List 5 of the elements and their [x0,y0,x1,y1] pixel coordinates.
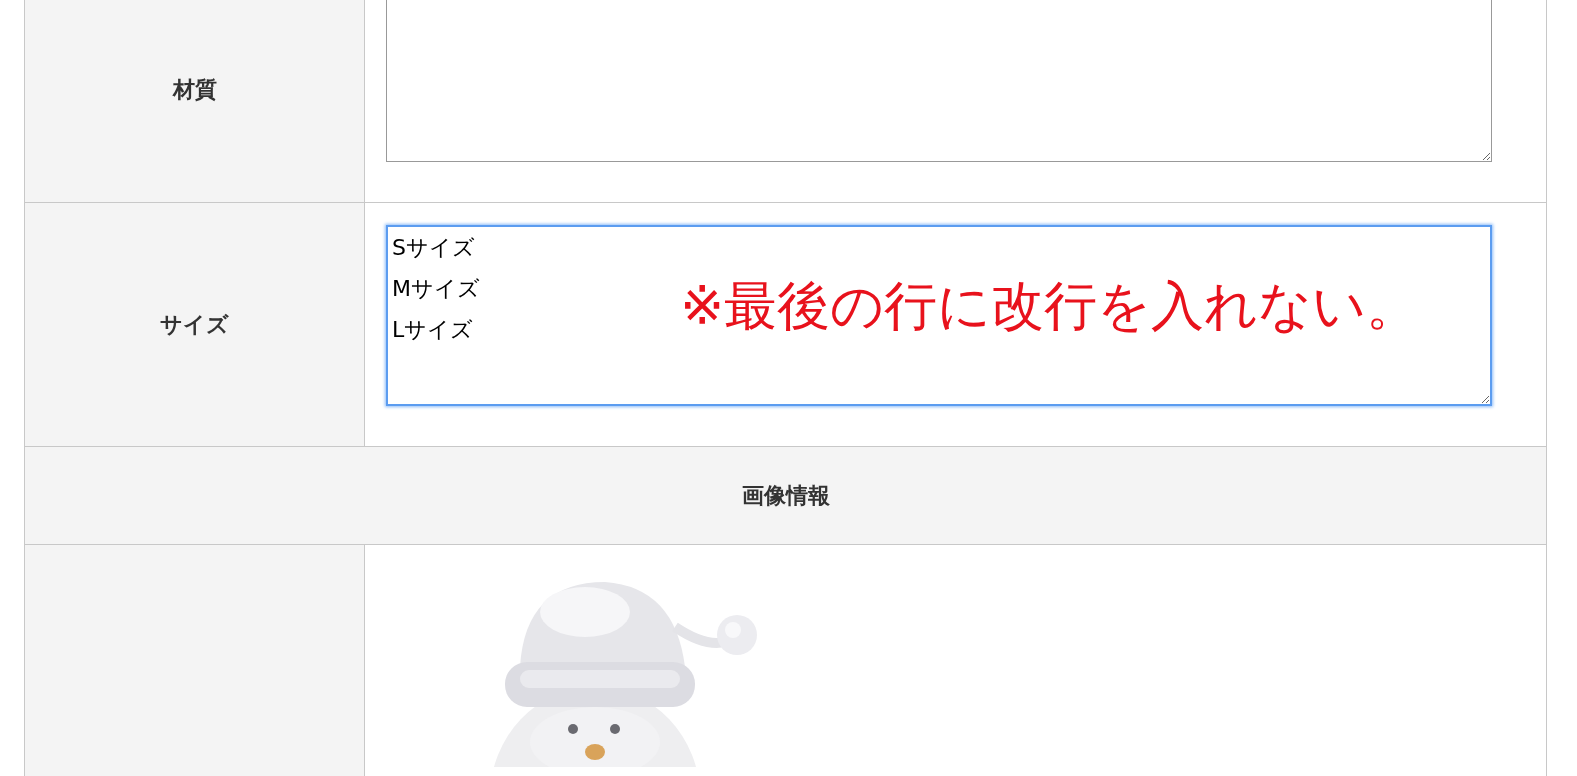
section-heading: 画像情報 [741,481,830,510]
field-label: 材質 [172,76,217,104]
annotation-note: ※最後の行に改行を入れない。 [680,274,1420,338]
field-label: サイズ [160,310,229,339]
text-area[interactable] [386,0,1492,162]
